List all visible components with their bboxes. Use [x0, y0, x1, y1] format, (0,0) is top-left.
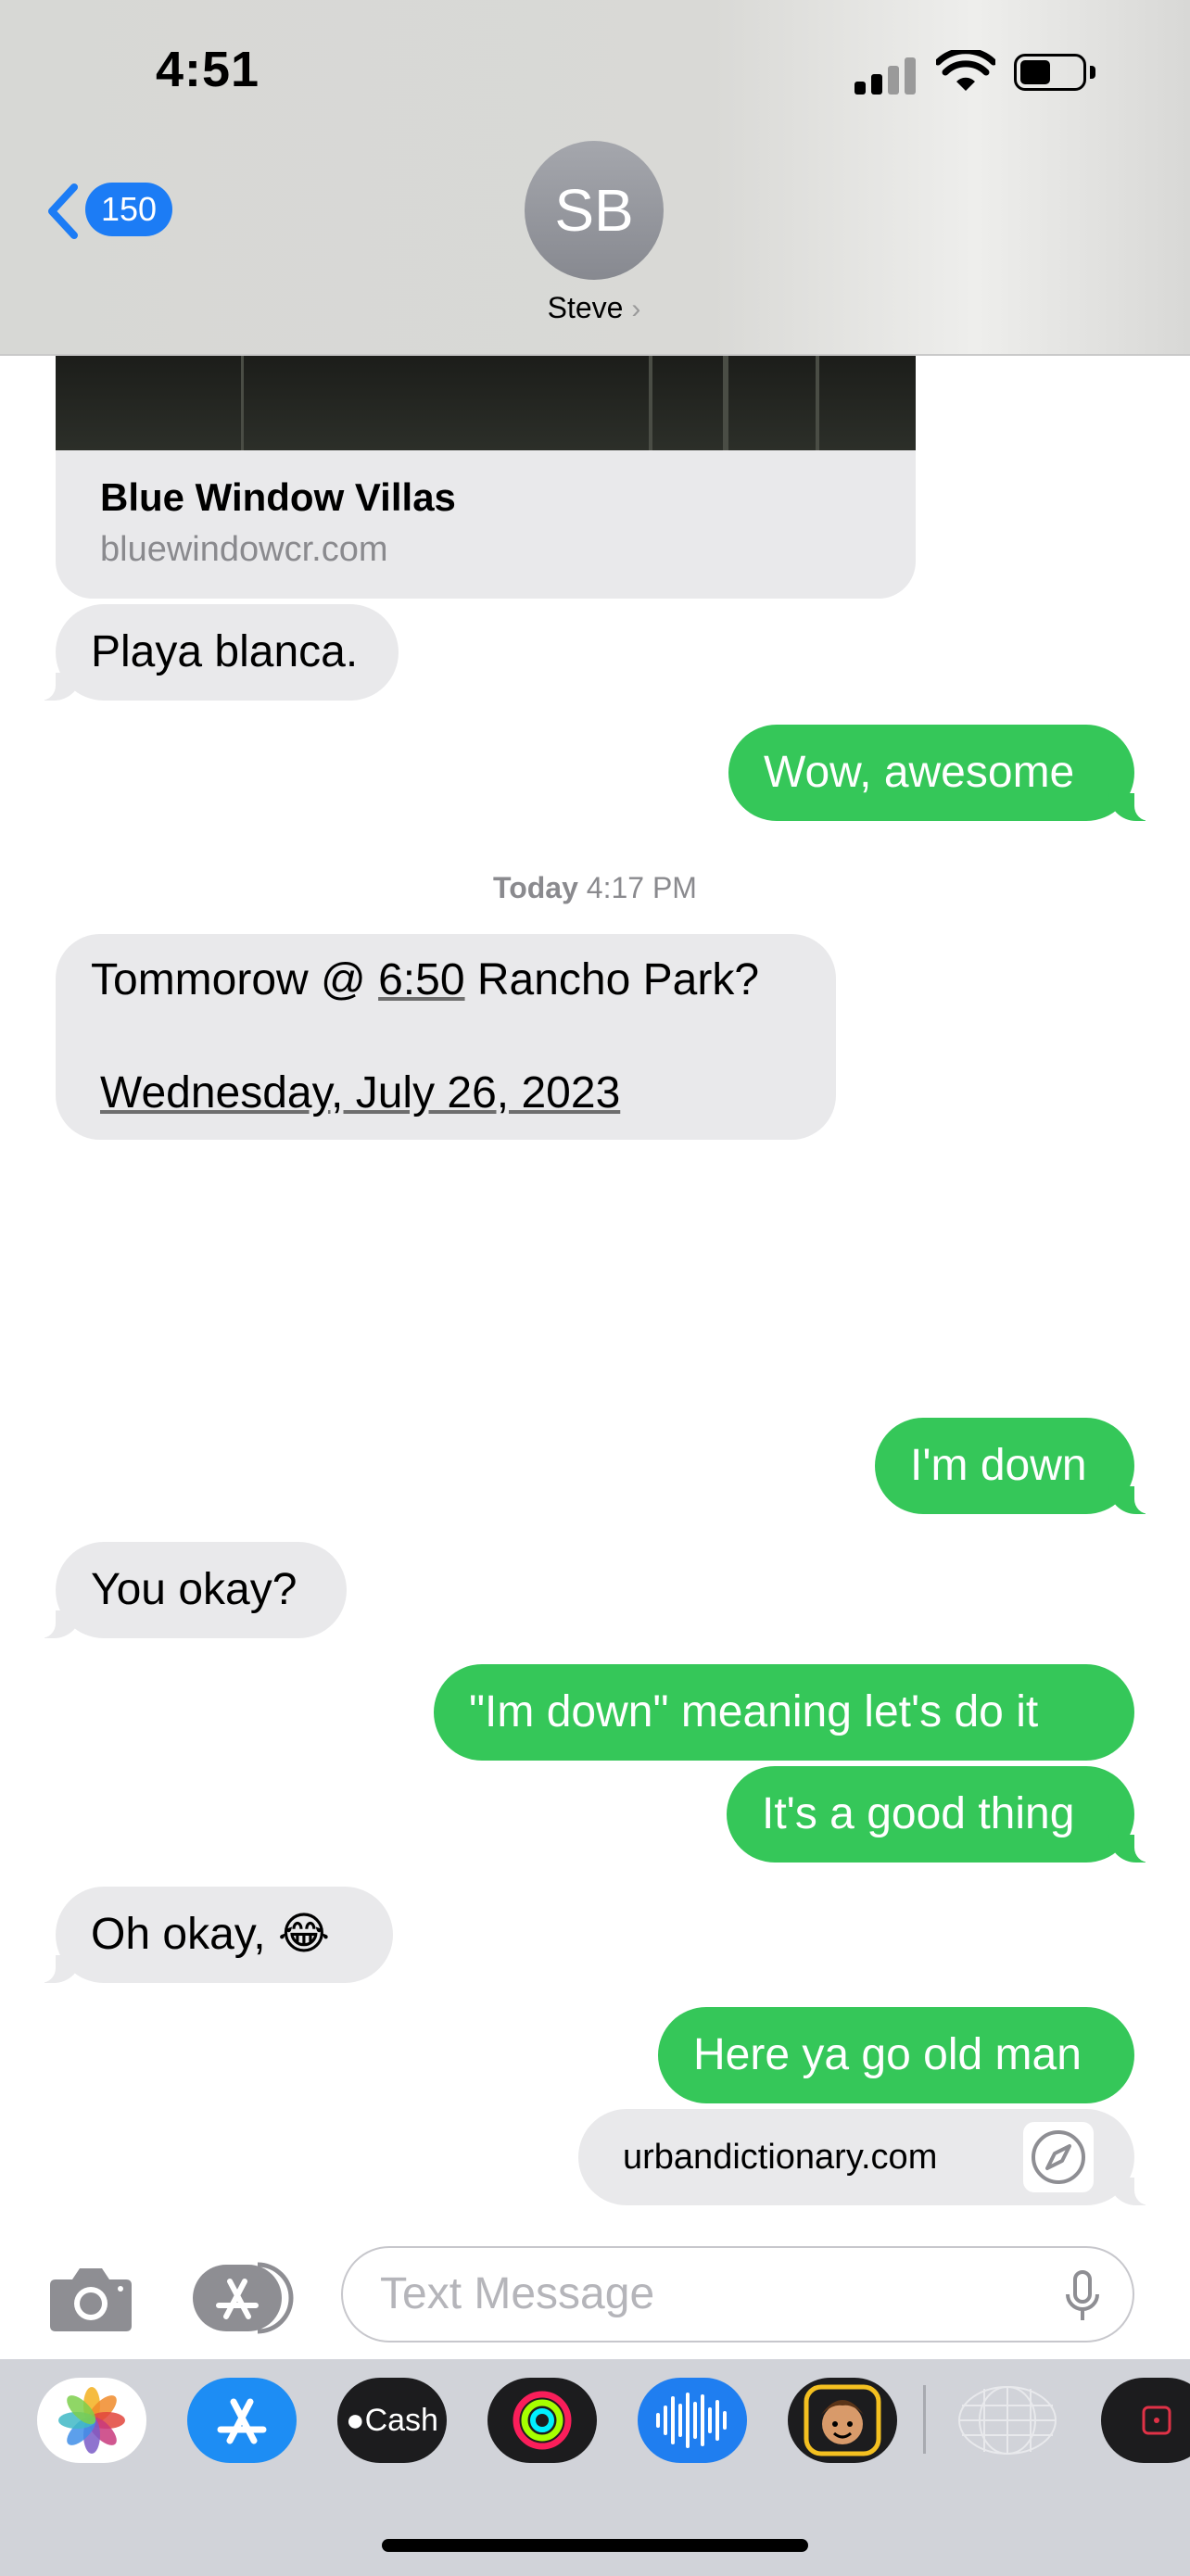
camera-icon[interactable] — [48, 2263, 133, 2333]
message-bubble-outgoing[interactable]: Wow, awesome — [728, 725, 1155, 821]
record-icon[interactable] — [1101, 2378, 1190, 2463]
chevron-right-icon: › — [631, 294, 641, 324]
link-preview-domain: bluewindowcr.com — [100, 530, 388, 569]
apple-logo-icon: ● — [346, 2403, 365, 2438]
message-text: I'm down — [910, 1441, 1087, 1490]
link-preview-image[interactable] — [56, 345, 916, 450]
memoji-icon[interactable] — [788, 2378, 897, 2463]
message-input-placeholder: Text Message — [380, 2269, 655, 2318]
contact-name: Steve — [547, 291, 624, 324]
timestamp-time: 4:17 PM — [586, 871, 697, 904]
message-text: Here ya go old man — [693, 2030, 1082, 2079]
message-bubble-incoming[interactable]: Oh okay, 😂 — [35, 1887, 393, 1983]
message-text: Playa blanca. — [91, 627, 359, 676]
timestamp-day: Today — [493, 871, 578, 904]
activity-rings-icon[interactable] — [487, 2378, 597, 2463]
battery-icon — [1014, 54, 1097, 95]
message-bubble-outgoing[interactable]: I'm down — [875, 1418, 1155, 1514]
message-bubble-incoming[interactable]: You okay? — [35, 1542, 347, 1638]
drawer-divider — [923, 2385, 926, 2454]
status-time: 4:51 — [156, 42, 260, 97]
back-unread-badge[interactable]: 150 — [85, 183, 172, 236]
digital-touch-icon[interactable] — [953, 2378, 1062, 2463]
microphone-icon[interactable] — [1064, 2270, 1101, 2322]
apple-cash-icon[interactable]: ●Cash — [337, 2378, 447, 2463]
message-text: You okay? — [91, 1565, 298, 1614]
message-text: "Im down" meaning let's do it — [469, 1687, 1039, 1736]
photos-icon[interactable] — [37, 2378, 146, 2463]
waveform-icon[interactable] — [638, 2378, 747, 2463]
home-indicator[interactable] — [382, 2539, 808, 2552]
contact-avatar[interactable]: SB — [525, 141, 664, 280]
link-preview-title: Blue Window Villas — [100, 475, 456, 519]
time-link[interactable]: 6:50 — [378, 955, 464, 1004]
message-bubble-outgoing[interactable]: It's a good thing — [727, 1766, 1155, 1863]
contact-name-button[interactable]: Steve › — [519, 291, 669, 325]
message-text: Wow, awesome — [764, 748, 1075, 797]
link-preview-card[interactable] — [56, 450, 916, 599]
app-store-apps-icon[interactable] — [191, 2261, 298, 2335]
message-timestamp: Today 4:17 PM — [0, 871, 1190, 905]
message-bubble-outgoing[interactable]: "Im down" meaning let's do it — [434, 1664, 1134, 1761]
wifi-icon — [936, 50, 995, 91]
date-link[interactable]: Wednesday, July 26, 2023 — [100, 1067, 620, 1118]
url-preview-domain: urbandictionary.com — [623, 2138, 938, 2177]
message-text: It's a good thing — [762, 1789, 1075, 1838]
message-text: Tommorow @ 6:50 Rancho Park? — [91, 955, 760, 1004]
back-chevron-icon[interactable] — [44, 182, 82, 241]
message-bubble-outgoing[interactable]: Here ya go old man — [658, 2007, 1134, 2103]
conversation-header: 4:51 150 SB Steve › — [0, 0, 1190, 356]
app-store-icon[interactable] — [187, 2378, 297, 2463]
compass-icon — [1023, 2122, 1094, 2192]
message-text: Oh okay, 😂 — [91, 1910, 330, 1959]
cellular-signal-icon — [855, 57, 918, 95]
message-bubble-incoming[interactable]: Playa blanca. — [35, 604, 399, 701]
